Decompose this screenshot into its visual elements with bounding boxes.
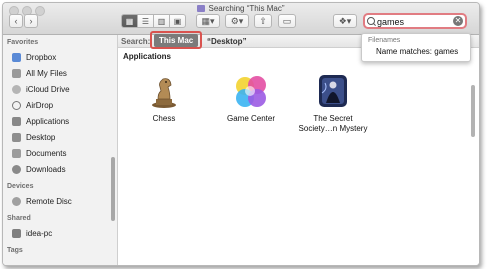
desktop-icon <box>12 132 21 142</box>
toolbar: Searching “This Mac” ‹ › ▦ ☰ ▥ ▣ ▦▾ ⚙▾ ⇧… <box>3 3 479 35</box>
scope-this-mac-button[interactable]: This Mac <box>154 34 199 47</box>
sidebar-item-applications[interactable]: Applications <box>12 115 69 127</box>
gear-icon: ⚙▾ <box>230 15 244 26</box>
search-field[interactable]: ✕ <box>363 13 467 29</box>
sidebar-scrollbar[interactable] <box>111 157 115 221</box>
suggestion-item[interactable]: Name matches: games <box>376 47 458 56</box>
chevron-right-icon: › <box>29 16 33 26</box>
sidebar-item-airdrop[interactable]: AirDrop <box>12 99 53 111</box>
sidebar-item-idea-pc[interactable]: idea-pc <box>12 227 52 239</box>
sidebar-item-downloads[interactable]: Downloads <box>12 163 66 175</box>
suggestion-header: Filenames <box>368 37 401 44</box>
all-files-icon <box>12 68 21 78</box>
dropbox-icon: ❖▾ <box>338 15 352 26</box>
view-mode-segmented-control: ▦ ☰ ▥ ▣ <box>121 14 186 28</box>
column-view-icon: ▥ <box>157 16 166 26</box>
result-item-label: Chess <box>152 114 176 123</box>
search-suggestions-dropdown: Filenames Name matches: games <box>361 33 471 62</box>
forward-button[interactable]: › <box>24 14 38 28</box>
back-button[interactable]: ‹ <box>9 14 23 28</box>
search-input[interactable] <box>377 16 449 27</box>
result-item-label: Game Center <box>226 114 276 123</box>
sidebar-item-documents[interactable]: Documents <box>12 147 66 159</box>
sidebar-item-icloud-drive[interactable]: iCloud Drive <box>12 83 70 95</box>
downloads-icon <box>12 164 21 174</box>
sidebar-item-desktop[interactable]: Desktop <box>12 131 55 143</box>
disc-icon <box>12 196 21 206</box>
sidebar-item-remote-disc[interactable]: Remote Disc <box>12 195 72 207</box>
sidebar-item-all-my-files[interactable]: All My Files <box>12 67 67 79</box>
arrange-button[interactable]: ▦▾ <box>196 14 220 28</box>
secret-society-icon <box>319 75 347 107</box>
icon-view-button[interactable]: ▦ <box>121 14 138 28</box>
finder-window: Searching “This Mac” ‹ › ▦ ☰ ▥ ▣ ▦▾ ⚙▾ ⇧… <box>2 2 480 266</box>
window-title: Searching “This Mac” <box>3 4 479 13</box>
sidebar-heading-favorites: Favorites <box>7 39 39 46</box>
search-folder-icon <box>197 5 206 12</box>
section-title-applications: Applications <box>123 52 172 61</box>
share-button[interactable]: ⇧ <box>254 14 272 28</box>
search-icon <box>367 17 375 25</box>
share-icon: ⇧ <box>259 15 267 26</box>
sidebar-heading-devices: Devices <box>7 183 34 190</box>
sidebar-heading-shared: Shared <box>7 215 31 222</box>
cover-flow-icon: ▣ <box>173 16 182 26</box>
sidebar-heading-tags: Tags <box>7 247 23 254</box>
game-center-icon <box>236 76 266 107</box>
tag-icon: ▭ <box>282 15 292 26</box>
chess-icon <box>152 78 176 108</box>
scope-desktop-button[interactable]: “Desktop” <box>207 37 247 46</box>
chevron-left-icon: ‹ <box>14 16 18 26</box>
applications-icon <box>12 116 21 126</box>
scope-label: Search: <box>121 37 151 46</box>
clear-search-icon[interactable]: ✕ <box>453 16 463 26</box>
action-button[interactable]: ⚙▾ <box>225 14 249 28</box>
tag-button[interactable]: ▭ <box>278 14 296 28</box>
result-item-secret-society[interactable]: The Secret Society…n Mystery <box>293 73 373 134</box>
monitor-icon <box>12 228 21 238</box>
result-item-label: The Secret Society…n Mystery <box>298 114 368 133</box>
result-item-game-center[interactable]: Game Center <box>211 75 291 124</box>
sidebar-item-dropbox[interactable]: Dropbox <box>12 51 56 63</box>
results-pane: Search: This Mac “Desktop” Applications … <box>118 31 479 265</box>
cover-flow-button[interactable]: ▣ <box>169 14 186 28</box>
result-item-chess[interactable]: Chess <box>124 75 204 124</box>
dropbox-button[interactable]: ❖▾ <box>333 14 357 28</box>
dropbox-icon <box>12 52 21 62</box>
list-view-icon: ☰ <box>141 16 150 26</box>
arrange-grid-icon: ▦▾ <box>201 15 215 26</box>
cloud-icon <box>12 84 21 94</box>
icon-view-icon: ▦ <box>125 16 134 26</box>
list-view-button[interactable]: ☰ <box>137 14 154 28</box>
results-scrollbar[interactable] <box>471 85 475 137</box>
airdrop-icon <box>12 100 21 110</box>
sidebar: Favorites Dropbox All My Files iCloud Dr… <box>3 35 118 265</box>
documents-icon <box>12 148 21 158</box>
column-view-button[interactable]: ▥ <box>153 14 170 28</box>
